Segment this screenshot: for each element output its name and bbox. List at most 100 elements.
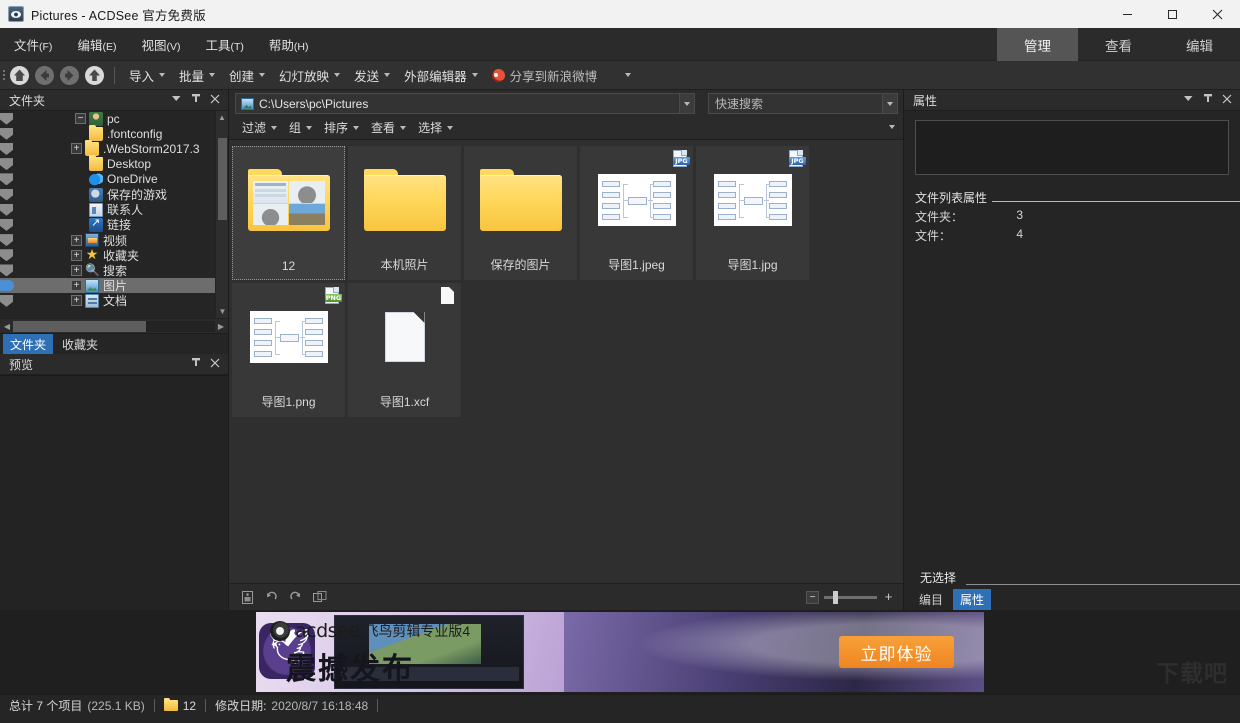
tree-row[interactable]: 联系人 bbox=[0, 202, 228, 217]
tree-row-pictures[interactable]: + 图片 bbox=[0, 278, 228, 293]
tree-expander[interactable]: + bbox=[71, 235, 82, 246]
home-icon[interactable] bbox=[9, 65, 30, 86]
tree-expander[interactable]: + bbox=[71, 295, 82, 306]
zoom-thumb[interactable] bbox=[833, 591, 838, 604]
group-button[interactable]: 组 bbox=[283, 117, 318, 138]
tree-row[interactable]: + 文档 bbox=[0, 293, 228, 308]
chevron-down-icon bbox=[159, 73, 165, 77]
tree-expander[interactable]: + bbox=[71, 280, 82, 291]
mindmap-thumbnail bbox=[598, 174, 676, 226]
tab-view[interactable]: 查看 bbox=[1078, 28, 1159, 61]
list-item[interactable]: JPG 导图1.jpg bbox=[696, 146, 809, 280]
tree-horizontal-scrollbar[interactable]: ◀ ▶ bbox=[0, 318, 228, 333]
tab-manage[interactable]: 管理 bbox=[997, 28, 1078, 61]
scroll-left-icon[interactable]: ◀ bbox=[1, 322, 13, 331]
tree-row[interactable]: Desktop bbox=[0, 157, 228, 172]
toolbar-slideshow[interactable]: 幻灯放映 bbox=[272, 63, 347, 88]
filter-bar-overflow-icon[interactable] bbox=[889, 125, 895, 129]
list-item[interactable]: PNG 导图1.png bbox=[232, 283, 345, 417]
filter-button[interactable]: 过滤 bbox=[236, 117, 283, 138]
list-item[interactable]: 本机照片 bbox=[348, 146, 461, 280]
sort-button[interactable]: 排序 bbox=[318, 117, 365, 138]
advertisement-banner[interactable]: acdsee 飞鸟剪辑专业版4 震撼发布 立即体验 bbox=[256, 612, 984, 692]
tree-vertical-scrollbar[interactable]: ▲ ▼ bbox=[215, 111, 228, 318]
hscroll-thumb[interactable] bbox=[13, 321, 146, 332]
maximize-button[interactable] bbox=[1150, 0, 1195, 28]
scrollbar-thumb[interactable] bbox=[218, 138, 227, 220]
tree-expander[interactable]: − bbox=[75, 113, 86, 124]
minimize-button[interactable] bbox=[1105, 0, 1150, 28]
address-bar[interactable]: C:\Users\pc\Pictures bbox=[235, 93, 680, 114]
sidebar-tab-folders[interactable]: 文件夹 bbox=[3, 334, 53, 355]
toolbar-grip[interactable] bbox=[0, 61, 7, 90]
folders-panel-menu-icon[interactable] bbox=[171, 93, 182, 107]
address-dropdown-button[interactable] bbox=[680, 93, 695, 114]
tree-row[interactable]: + ★ 收藏夹 bbox=[0, 248, 228, 263]
tab-properties[interactable]: 属性 bbox=[953, 589, 991, 610]
preview-panel-close-icon[interactable] bbox=[210, 358, 220, 371]
sidebar-tab-favorites[interactable]: 收藏夹 bbox=[55, 334, 105, 355]
toolbar-share-weibo[interactable]: 分享到新浪微博 bbox=[485, 63, 605, 88]
back-icon[interactable] bbox=[34, 65, 55, 86]
row-marker-icon bbox=[0, 158, 13, 170]
tree-row[interactable]: + 🔍 搜索 bbox=[0, 263, 228, 278]
list-item[interactable]: 12 bbox=[232, 146, 345, 280]
search-input[interactable]: 快速搜索 bbox=[708, 93, 883, 114]
hscroll-track[interactable] bbox=[13, 321, 215, 332]
list-item[interactable]: JPG 导图1.jpeg bbox=[580, 146, 693, 280]
rotate-right-icon[interactable] bbox=[285, 588, 306, 607]
tree-row[interactable]: + 视频 bbox=[0, 233, 228, 248]
properties-panel-pin-icon[interactable] bbox=[1203, 93, 1213, 107]
scroll-right-icon[interactable]: ▶ bbox=[215, 322, 227, 331]
compare-icon[interactable] bbox=[309, 588, 330, 607]
tree-row[interactable]: 保存的游戏 bbox=[0, 187, 228, 202]
folders-panel-close-icon[interactable] bbox=[210, 94, 220, 107]
rotate-left-icon[interactable] bbox=[261, 588, 282, 607]
zoom-out-button[interactable]: − bbox=[806, 591, 819, 604]
forward-icon[interactable] bbox=[59, 65, 80, 86]
tree-expander[interactable]: + bbox=[71, 143, 82, 154]
toolbar-import[interactable]: 导入 bbox=[122, 63, 172, 88]
tree-row[interactable]: 链接 bbox=[0, 217, 228, 232]
pictures-icon bbox=[85, 279, 99, 293]
menu-edit[interactable]: 编辑(E) bbox=[66, 31, 127, 58]
toolbar-create[interactable]: 创建 bbox=[222, 63, 272, 88]
menu-help[interactable]: 帮助(H) bbox=[258, 31, 320, 58]
zoom-in-button[interactable]: + bbox=[882, 591, 895, 604]
tree-expander[interactable]: + bbox=[71, 265, 82, 276]
toolbar-batch[interactable]: 批量 bbox=[172, 63, 222, 88]
search-dropdown-button[interactable] bbox=[883, 93, 898, 114]
tree-row[interactable]: .fontconfig bbox=[0, 126, 228, 141]
toolbar-external-editor[interactable]: 外部编辑器 bbox=[397, 63, 485, 88]
tab-edit[interactable]: 编辑 bbox=[1159, 28, 1240, 61]
image-well-icon[interactable] bbox=[237, 588, 258, 607]
scroll-up-icon[interactable]: ▲ bbox=[216, 111, 228, 124]
menu-file[interactable]: 文件(F) bbox=[3, 31, 63, 58]
tree-row[interactable]: OneDrive bbox=[0, 172, 228, 187]
zoom-track[interactable] bbox=[824, 596, 877, 599]
toolbar-overflow-button[interactable] bbox=[618, 70, 638, 80]
properties-panel-close-icon[interactable] bbox=[1222, 94, 1232, 107]
zoom-slider[interactable]: − + bbox=[806, 591, 895, 604]
list-item[interactable]: 导图1.xcf bbox=[348, 283, 461, 417]
properties-panel-menu-icon[interactable] bbox=[1183, 93, 1194, 107]
toolbar-send[interactable]: 发送 bbox=[347, 63, 397, 88]
tree-row[interactable]: + .WebStorm2017.3 bbox=[0, 141, 228, 156]
folders-panel-pin-icon[interactable] bbox=[191, 93, 201, 107]
folder-tree[interactable]: − pc .fontconfig + .WebStorm2 bbox=[0, 111, 228, 318]
row-marker-icon bbox=[0, 143, 13, 155]
select-button[interactable]: 选择 bbox=[412, 117, 459, 138]
menu-view[interactable]: 视图(V) bbox=[130, 31, 191, 58]
menu-tools[interactable]: 工具(T) bbox=[194, 31, 254, 58]
thumbnail-grid[interactable]: 12 本机照片 保存的图片 bbox=[229, 140, 903, 583]
tree-expander[interactable]: + bbox=[71, 250, 82, 261]
list-item[interactable]: 保存的图片 bbox=[464, 146, 577, 280]
preview-panel-pin-icon[interactable] bbox=[191, 357, 201, 371]
tree-row[interactable]: − pc bbox=[0, 111, 228, 126]
view-button[interactable]: 查看 bbox=[365, 117, 412, 138]
tab-catalog[interactable]: 编目 bbox=[912, 589, 950, 610]
ad-cta-button[interactable]: 立即体验 bbox=[839, 636, 954, 668]
close-button[interactable] bbox=[1195, 0, 1240, 28]
up-icon[interactable] bbox=[84, 65, 105, 86]
scroll-down-icon[interactable]: ▼ bbox=[216, 305, 228, 318]
